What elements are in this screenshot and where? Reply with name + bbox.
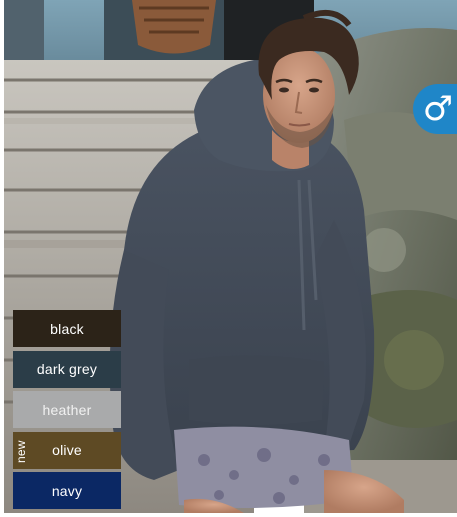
color-swatch-list: black dark grey heather new olive navy	[13, 310, 121, 513]
male-gender-badge: ♂	[413, 84, 457, 134]
male-symbol-icon: ♂	[422, 89, 454, 129]
swatch-dark-grey[interactable]: dark grey	[13, 350, 121, 388]
swatch-label: dark grey	[36, 361, 98, 377]
swatch-label: olive	[52, 442, 82, 458]
swatch-label: navy	[51, 482, 83, 499]
new-badge: new	[14, 439, 28, 463]
swatch-label: heather	[42, 401, 92, 418]
swatch-navy[interactable]: navy	[13, 472, 121, 509]
swatch-heather[interactable]: heather	[13, 391, 121, 428]
swatch-black[interactable]: black	[13, 310, 121, 347]
product-image-frame: ♂ black dark grey heather new olive navy	[0, 0, 457, 517]
swatch-olive[interactable]: new olive	[13, 431, 121, 469]
swatch-label: black	[50, 320, 84, 337]
